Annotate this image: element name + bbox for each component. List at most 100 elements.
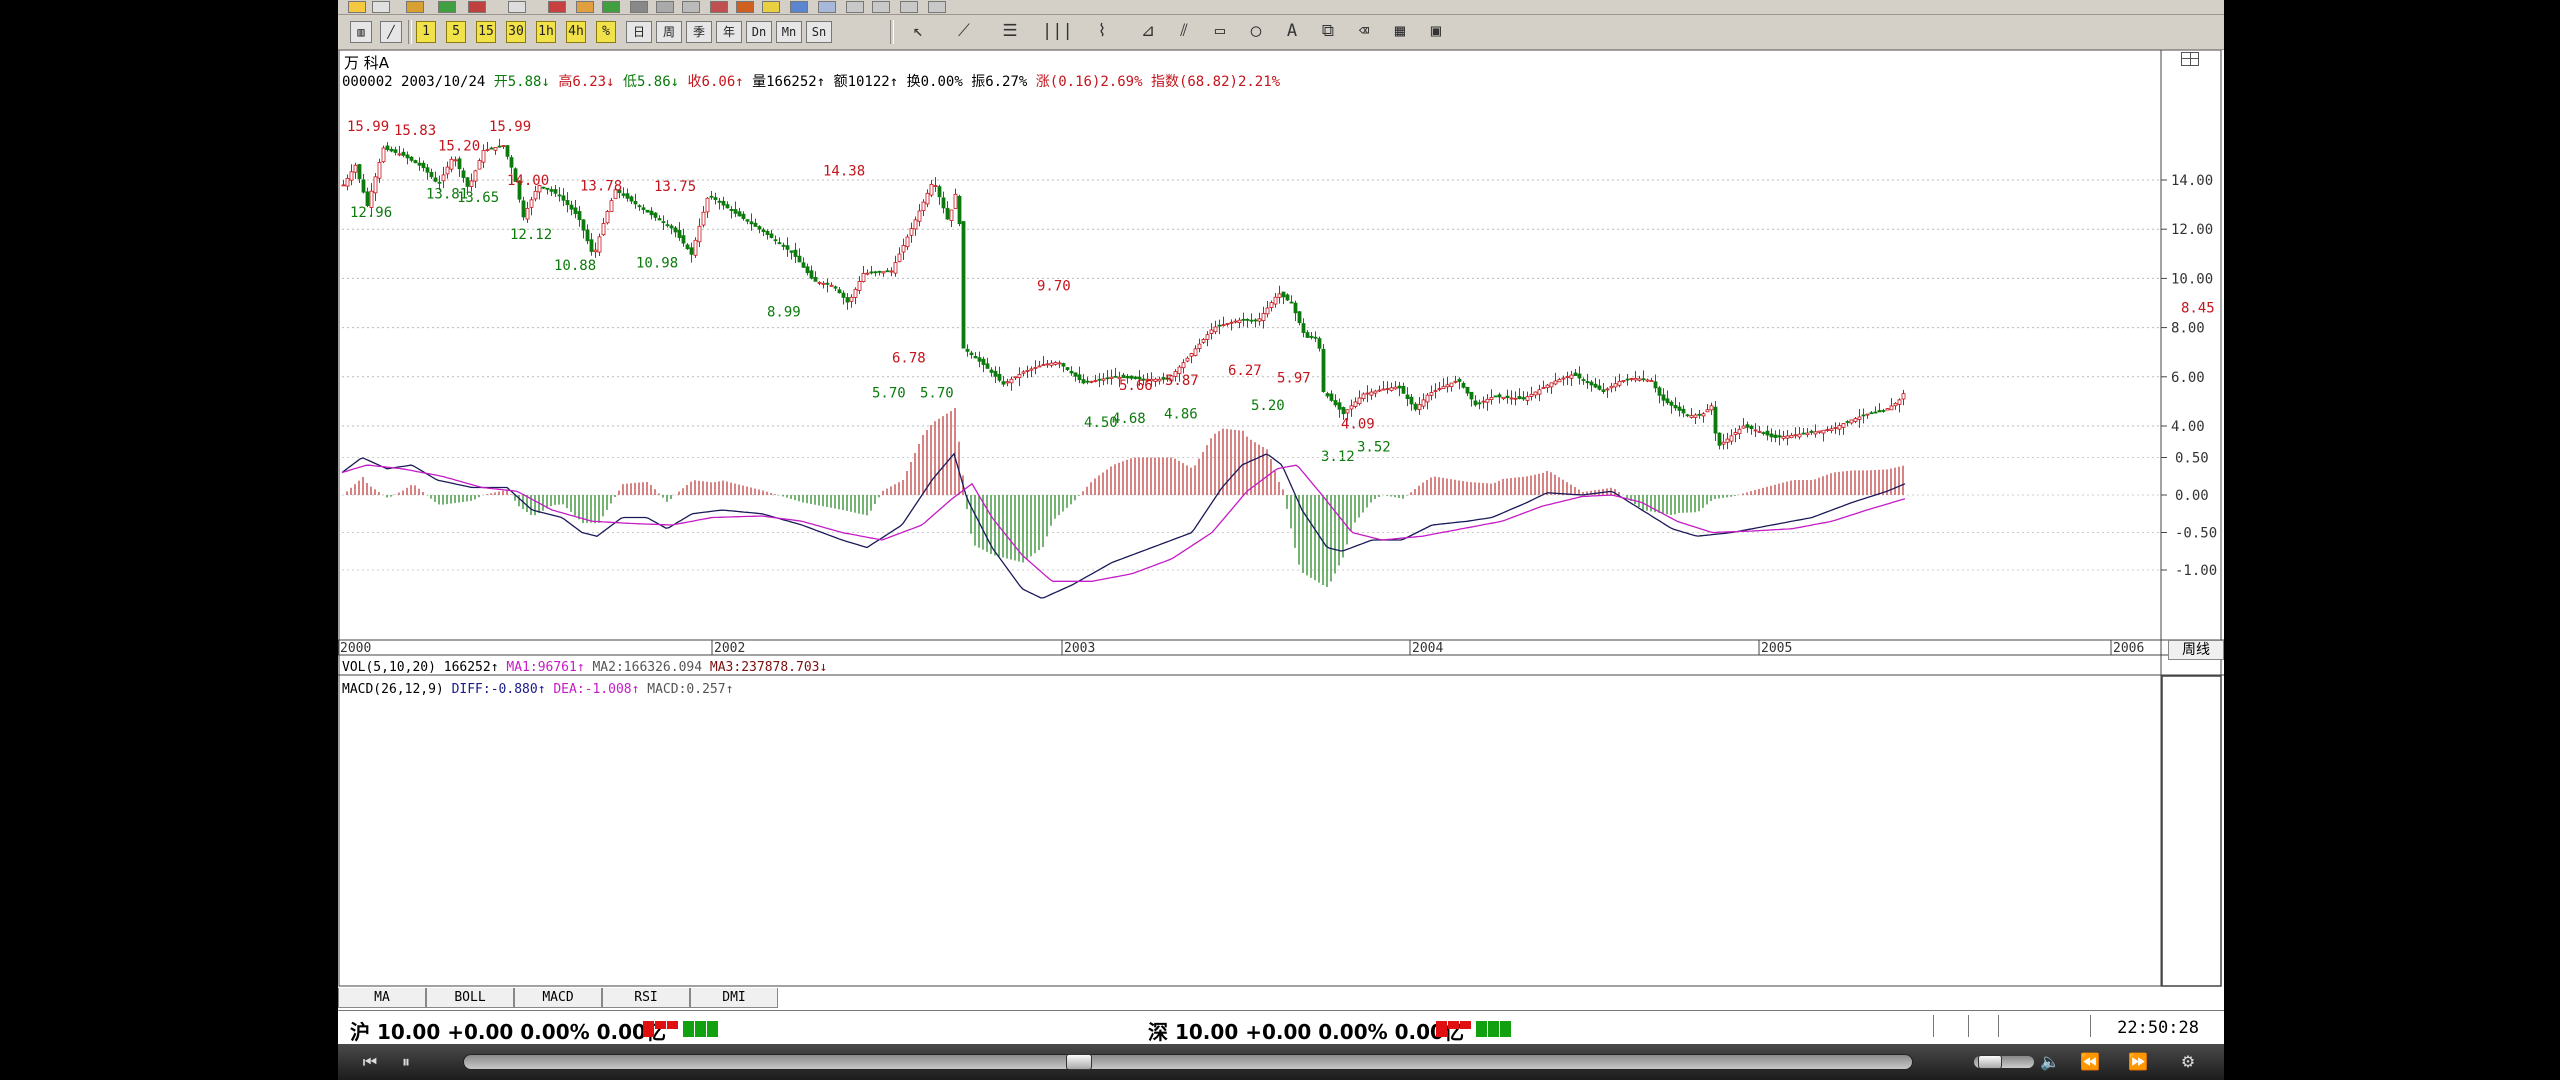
price-tick-label: 14.00 <box>2171 173 2213 189</box>
candle-body <box>1525 396 1530 401</box>
cursor-icon[interactable]: ↖ <box>904 21 932 43</box>
toolbar-icon-record[interactable] <box>710 1 728 13</box>
volume-knob[interactable] <box>1978 1055 2002 1069</box>
gann-tool-icon[interactable]: ⊿ <box>1134 21 1162 43</box>
fib-tool-icon[interactable]: ☰ <box>996 21 1024 43</box>
period-button-3[interactable]: 30 <box>506 21 526 43</box>
toolbar-icon-graph[interactable] <box>900 1 918 13</box>
period-button-9[interactable]: 季 <box>686 21 712 43</box>
period-button-6[interactable]: % <box>596 21 616 43</box>
price-chart[interactable]: 14.00 12.00 10.00 8.00 6.00 4.00 8.45 2000 2002 2… <box>338 50 2224 988</box>
candle-body <box>729 208 734 212</box>
tab-dmi[interactable]: DMI <box>690 988 778 1008</box>
tab-macd[interactable]: MACD <box>514 988 602 1008</box>
sz-bar <box>1500 1021 1511 1029</box>
vertical-lines-icon[interactable]: ||| <box>1042 21 1073 43</box>
candle-body <box>957 195 962 225</box>
period-button-1[interactable]: 5 <box>446 21 466 43</box>
candle-body <box>421 162 426 169</box>
candle-body <box>713 197 718 200</box>
period-button-5[interactable]: 4h <box>566 21 586 43</box>
candle-body <box>769 233 774 238</box>
line-chart-icon[interactable]: ╱ <box>380 21 402 43</box>
candle-body <box>1425 394 1430 403</box>
toolbar-icon-pen[interactable] <box>762 1 780 13</box>
period-button-7[interactable]: 日 <box>626 21 652 43</box>
candle-body <box>1449 382 1454 388</box>
toolbar-icon-print[interactable] <box>630 1 648 13</box>
tab-boll[interactable]: BOLL <box>426 988 514 1008</box>
tab-rsi[interactable]: RSI <box>602 988 690 1008</box>
rewind-icon[interactable]: ⏪ <box>2078 1050 2102 1074</box>
toolbar-icon-trade[interactable] <box>602 1 620 13</box>
color-palette-icon[interactable]: ▦ <box>1386 21 1414 43</box>
toolbar-icon-fire[interactable] <box>736 1 754 13</box>
chart-type-icon[interactable]: ▥ <box>350 21 372 43</box>
candle-body <box>1357 397 1362 405</box>
prev-icon[interactable]: ⏮ <box>358 1050 382 1074</box>
period-button-10[interactable]: 年 <box>716 21 742 43</box>
candle-body <box>1713 406 1718 434</box>
candle-body <box>833 286 838 289</box>
text-tool-icon[interactable]: A <box>1278 21 1306 43</box>
toolbar-icon-screen[interactable] <box>682 1 700 13</box>
period-label[interactable]: 周线 <box>2168 640 2224 660</box>
candle-body <box>1861 414 1866 417</box>
toolbar-icon-stop[interactable] <box>468 1 486 13</box>
toolbar-icon-table[interactable] <box>846 1 864 13</box>
layout-icon[interactable] <box>2181 52 2199 66</box>
period-button-11[interactable]: Dn <box>746 21 772 43</box>
toolbar-icon-money[interactable] <box>406 1 424 13</box>
price-extreme-label: 15.99 <box>347 119 389 135</box>
toolbar-icon-tools[interactable] <box>656 1 674 13</box>
candle-body <box>1401 385 1406 394</box>
line-tool-icon[interactable]: ⟋ <box>950 21 978 43</box>
candle-body <box>1309 335 1314 338</box>
period-button-8[interactable]: 周 <box>656 21 682 43</box>
candle-body <box>1389 387 1394 391</box>
toolbar-icon-report[interactable] <box>872 1 890 13</box>
candle-body <box>853 288 858 298</box>
candle-body <box>581 219 586 231</box>
tab-ma[interactable]: MA <box>338 988 426 1008</box>
period-button-2[interactable]: 15 <box>476 21 496 43</box>
candle-body <box>525 207 530 220</box>
toolbar-icon-dropdown[interactable] <box>508 1 526 13</box>
fast-forward-icon[interactable]: ⏩ <box>2126 1050 2150 1074</box>
sh-bar <box>695 1021 706 1029</box>
toolbar-icon-news[interactable] <box>576 1 594 13</box>
seek-bar[interactable] <box>463 1054 1913 1070</box>
candle-body <box>1593 383 1598 388</box>
candle-body <box>757 226 762 230</box>
candle-body <box>1365 392 1370 395</box>
copy-icon[interactable]: ⧉ <box>1314 21 1342 43</box>
candle-body <box>417 162 422 166</box>
ellipse-tool-icon[interactable]: ◯ <box>1242 21 1270 43</box>
period-button-13[interactable]: Sn <box>806 21 832 43</box>
period-button-12[interactable]: Mn <box>776 21 802 43</box>
toolbar-icon-chart[interactable] <box>348 1 366 13</box>
toolbar-icon-grid[interactable] <box>818 1 836 13</box>
toolbar-icon-trend[interactable] <box>928 1 946 13</box>
toolbar-icon-window[interactable] <box>790 1 808 13</box>
fan-tool-icon[interactable]: ⌇ <box>1088 21 1116 43</box>
candle-body <box>1285 294 1290 301</box>
parallel-tool-icon[interactable]: ⫽ <box>1170 21 1198 43</box>
settings-icon[interactable]: ⚙ <box>2176 1050 2200 1074</box>
save-icon[interactable]: ▣ <box>1422 21 1450 43</box>
toolbar-icon-alert[interactable] <box>548 1 566 13</box>
sh-bar <box>683 1021 694 1029</box>
toolbar-icon-add[interactable] <box>438 1 456 13</box>
period-button-0[interactable]: 1 <box>416 21 436 43</box>
price-extreme-label: 4.68 <box>1112 411 1146 427</box>
toolbar-icon-list[interactable] <box>372 1 390 13</box>
eraser-icon[interactable]: ⌫ <box>1350 21 1378 43</box>
candle-body <box>953 193 958 209</box>
period-button-4[interactable]: 1h <box>536 21 556 43</box>
candle-body <box>413 160 418 164</box>
candle-body <box>589 239 594 252</box>
volume-icon[interactable]: 🔈 <box>2038 1050 2062 1074</box>
rectangle-tool-icon[interactable]: ▭ <box>1206 21 1234 43</box>
seek-knob[interactable] <box>1066 1054 1092 1070</box>
pause-icon[interactable]: ⏸ <box>394 1050 418 1074</box>
